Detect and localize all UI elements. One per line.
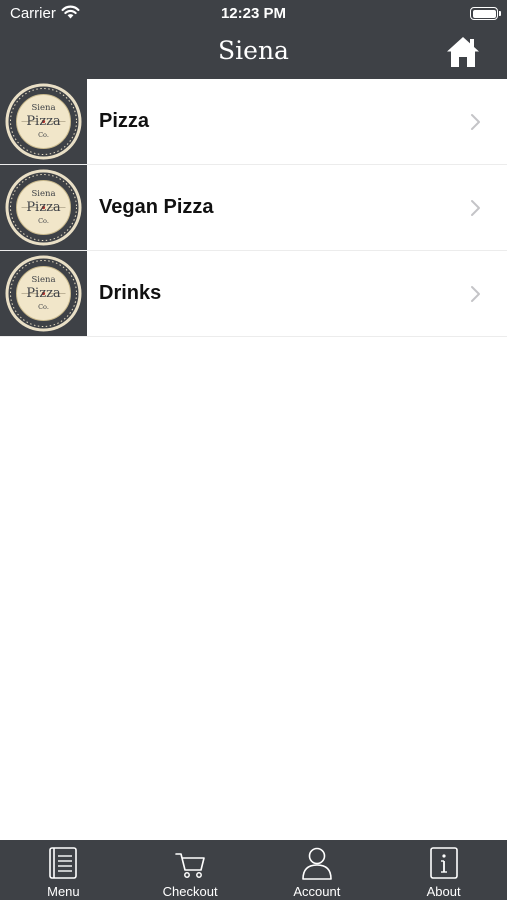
battery-cap: [499, 11, 501, 16]
logo-bottom-text: Co.: [38, 217, 49, 225]
menu-row-drinks[interactable]: Siena Pizza Co. Drinks: [0, 251, 507, 337]
cart-icon: [175, 853, 205, 878]
tab-label: Account: [293, 884, 341, 899]
nav-title: Siena: [218, 36, 289, 65]
status-bar: Carrier 12:23 PM: [0, 0, 507, 28]
siena-pizza-logo: Siena Pizza Co.: [0, 79, 87, 164]
tab-label: Menu: [47, 884, 80, 899]
logo-bottom-text: Co.: [38, 303, 49, 311]
battery-icon: [470, 7, 498, 20]
menu-row-label: Pizza: [99, 110, 150, 132]
status-time: 12:23 PM: [220, 5, 287, 22]
menu-row-vegan-pizza[interactable]: Siena Pizza Co. Vegan Pizza: [0, 165, 507, 251]
chevron-right-icon: [471, 114, 480, 130]
menu-book-icon: [49, 847, 78, 879]
tab-bar: Menu Checkout Account About: [0, 840, 507, 900]
tab-label: About: [426, 884, 461, 899]
siena-pizza-logo: Siena Pizza Co.: [0, 251, 87, 336]
tab-checkout[interactable]: Checkout: [127, 840, 254, 900]
top-bar: Carrier 12:23 PM Siena: [0, 0, 507, 79]
logo-main-text: Pizza: [26, 200, 61, 215]
logo-top-text: Siena: [31, 275, 55, 285]
logo-bottom-text: Co.: [38, 131, 49, 139]
tab-account[interactable]: Account: [254, 840, 381, 900]
siena-pizza-logo: Siena Pizza Co.: [0, 165, 87, 250]
chevron-right-icon: [471, 200, 480, 216]
home-icon[interactable]: [445, 35, 481, 69]
menu-category-list: Siena Pizza Co. Pizza Siena Pizza Co. Ve…: [0, 79, 507, 337]
tab-about[interactable]: About: [380, 840, 507, 900]
tab-menu[interactable]: Menu: [0, 840, 127, 900]
menu-row-pizza[interactable]: Siena Pizza Co. Pizza: [0, 79, 507, 165]
tab-label: Checkout: [162, 884, 218, 899]
logo-top-text: Siena: [31, 103, 55, 113]
logo-main-text: Pizza: [26, 286, 61, 301]
person-icon: [302, 847, 332, 880]
menu-row-label: Vegan Pizza: [99, 196, 214, 218]
chevron-right-icon: [471, 286, 480, 302]
menu-row-label: Drinks: [99, 282, 162, 304]
logo-main-text: Pizza: [26, 114, 61, 129]
logo-top-text: Siena: [31, 189, 55, 199]
info-icon: [429, 847, 458, 879]
